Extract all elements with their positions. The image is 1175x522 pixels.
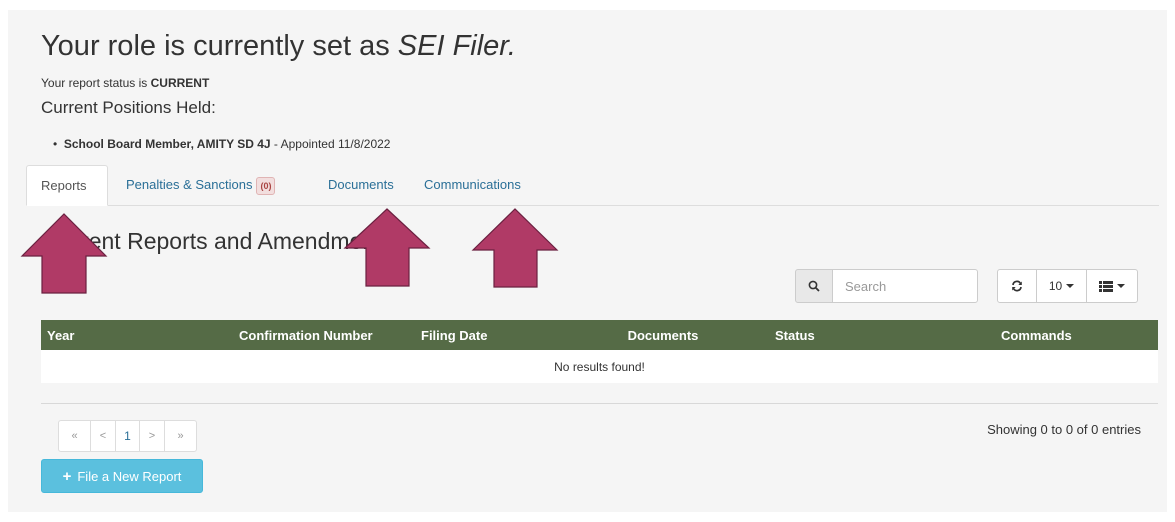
- arrow-up-annotation: [20, 213, 108, 294]
- annotation-overlay: [20, 208, 559, 294]
- arrow-up-annotation: [343, 208, 431, 287]
- arrow-up-annotation: [471, 208, 559, 288]
